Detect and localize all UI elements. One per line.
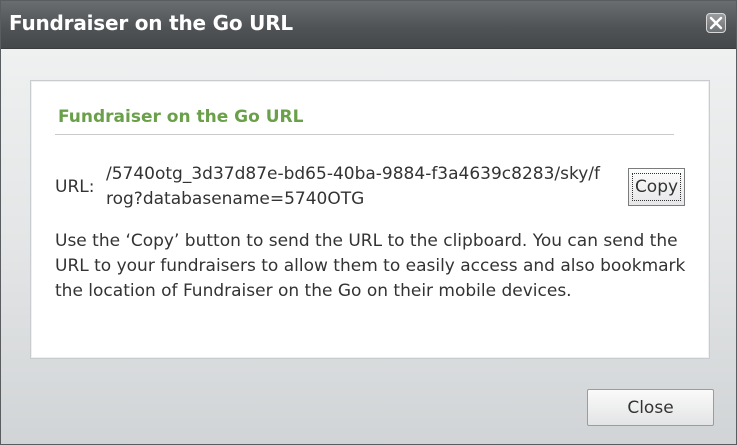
fundraiser-url-dialog: Fundraiser on the Go URL Fundraiser on t… — [0, 0, 737, 445]
close-x-icon[interactable] — [706, 13, 726, 33]
dialog-title: Fundraiser on the Go URL — [9, 11, 293, 35]
dialog-titlebar: Fundraiser on the Go URL — [1, 1, 736, 49]
url-label: URL: — [55, 177, 95, 197]
section-title: Fundraiser on the Go URL — [58, 107, 304, 127]
copy-button-label: Copy — [631, 173, 682, 201]
close-x-glyph — [709, 16, 723, 30]
url-panel: Fundraiser on the Go URL URL: /5740otg_3… — [30, 80, 710, 359]
close-button[interactable]: Close — [587, 389, 714, 426]
section-divider — [55, 134, 674, 135]
description-text: Use the ‘Copy’ button to send the URL to… — [55, 231, 686, 301]
url-value: /5740otg_3d37d87e-bd65-40ba-9884-f3a4639… — [106, 164, 601, 209]
copy-button[interactable]: Copy — [628, 168, 685, 206]
